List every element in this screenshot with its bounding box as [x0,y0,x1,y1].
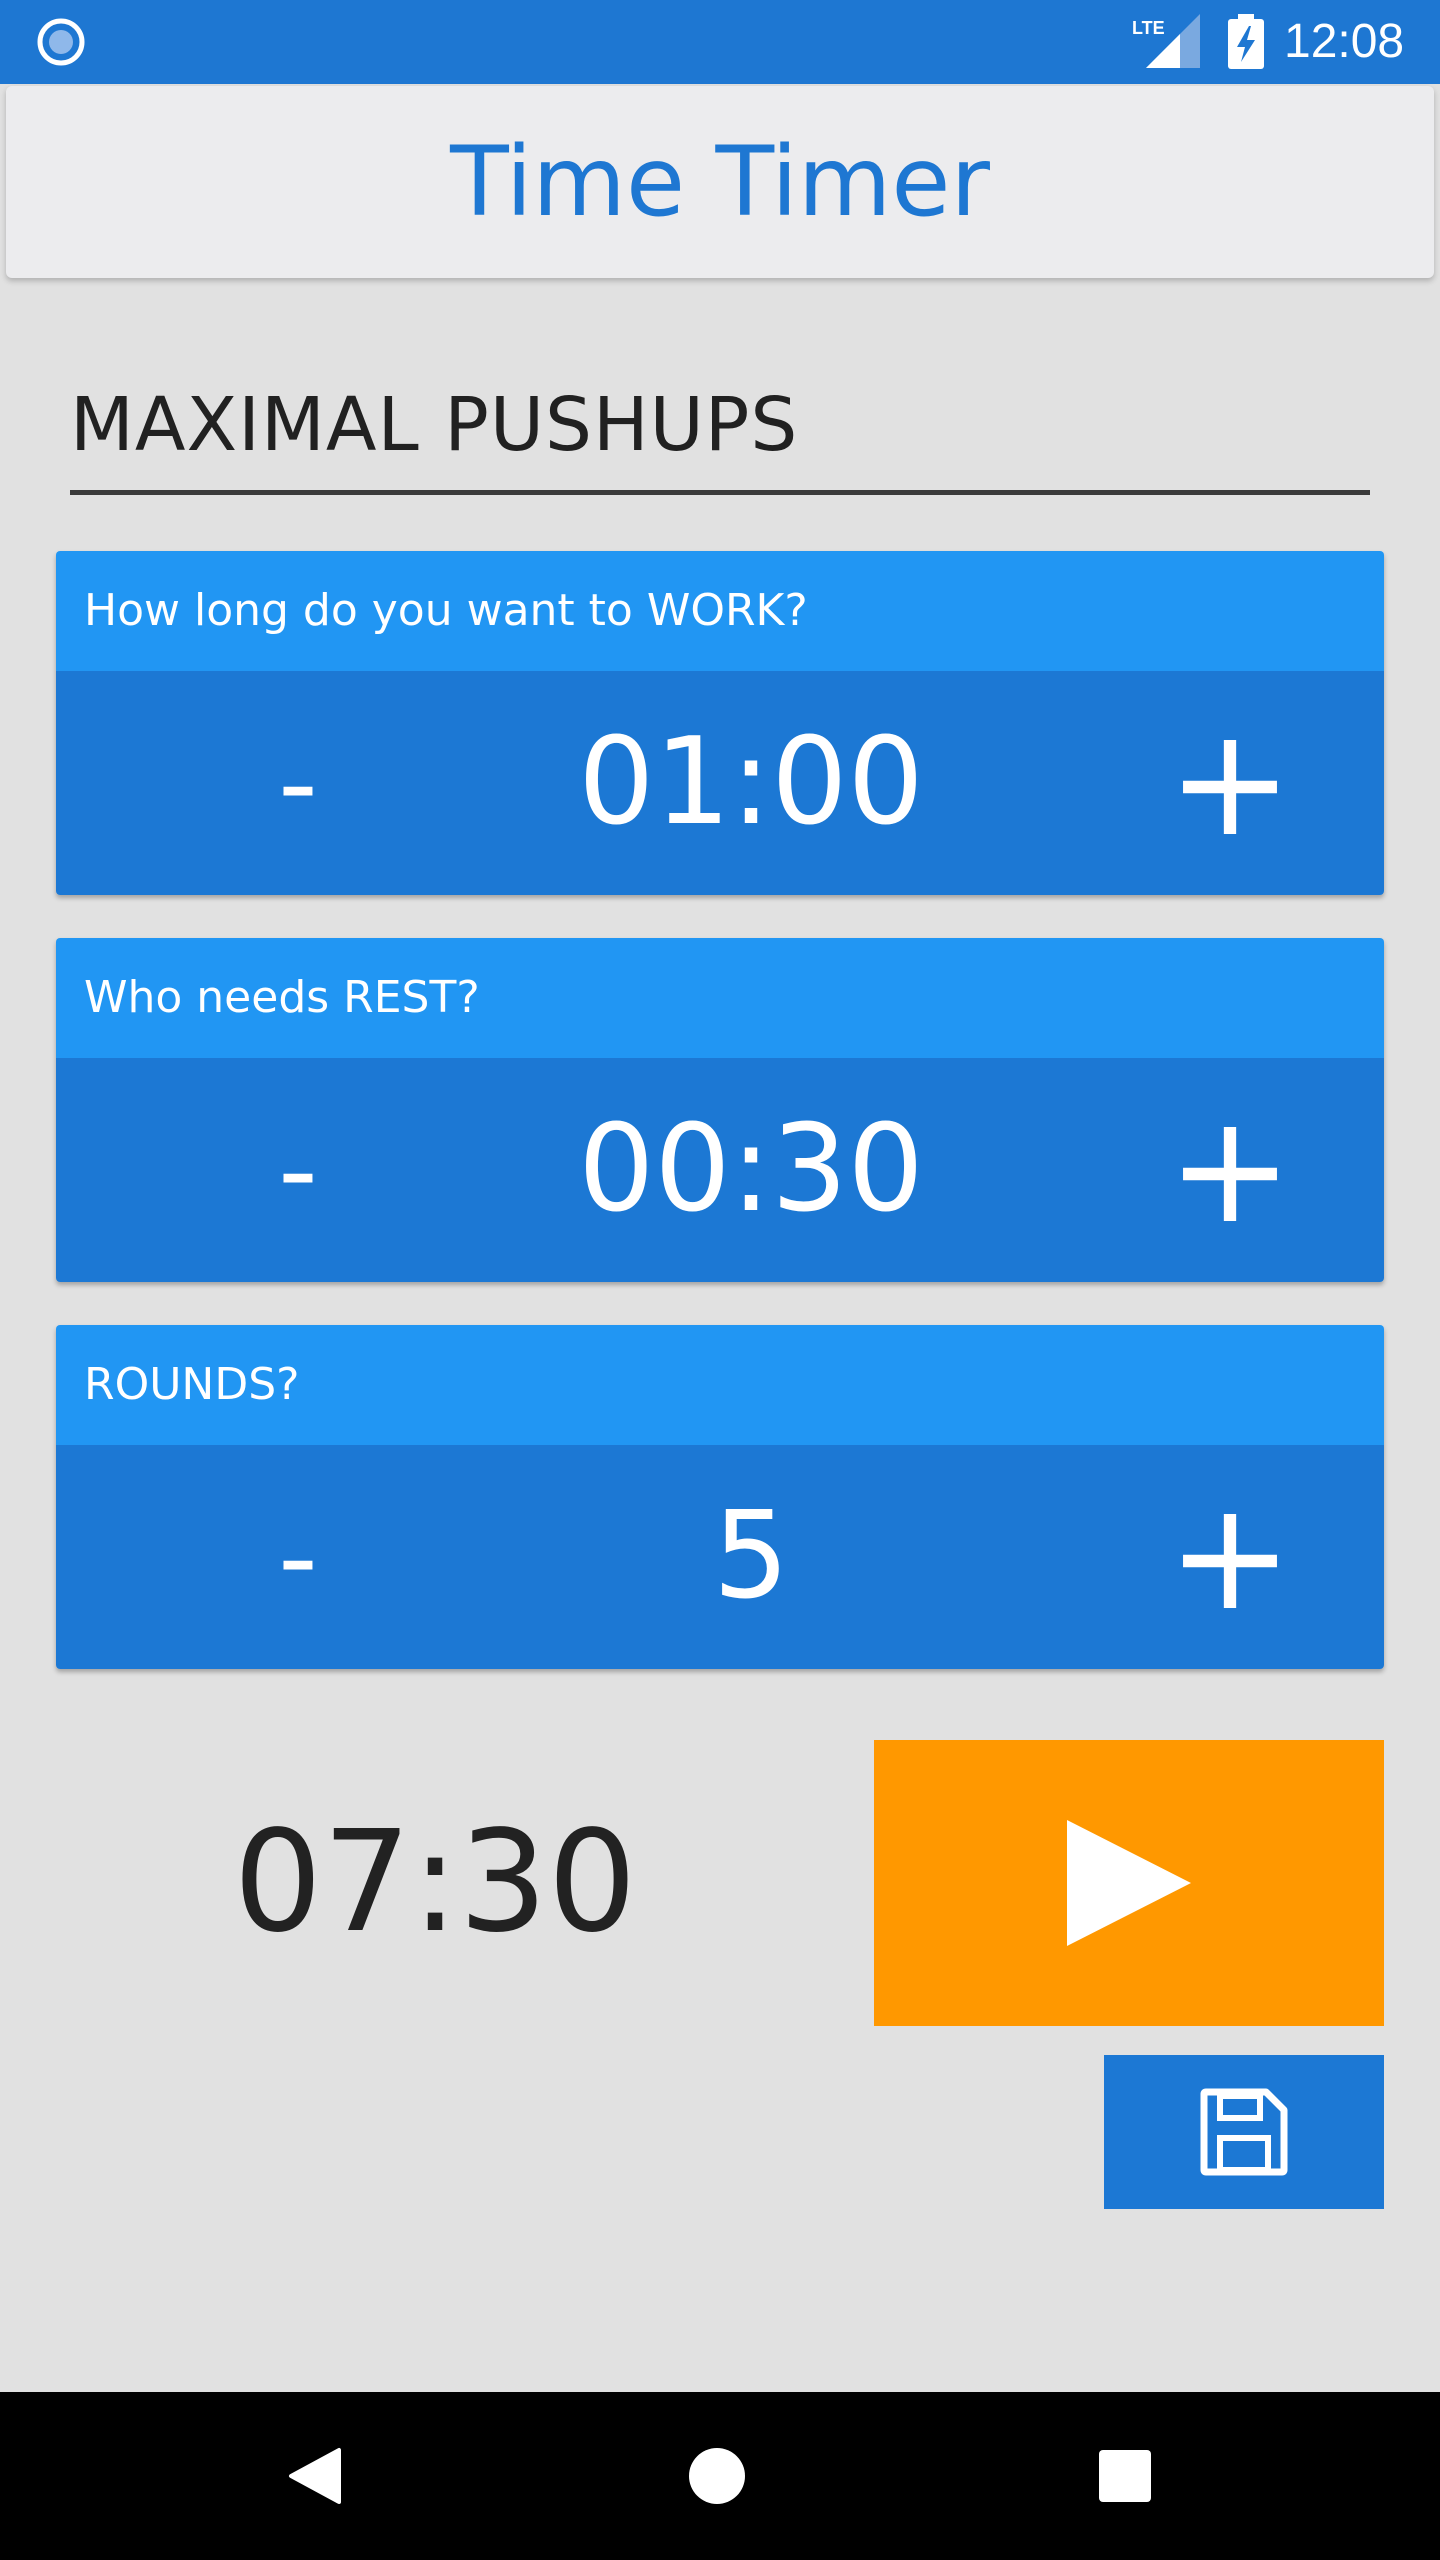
floppy-disk-icon [1200,2088,1288,2176]
app-title: Time Timer [450,126,990,238]
work-increment-button[interactable]: + [1130,671,1330,895]
rest-decrement-button[interactable]: - [198,1058,398,1282]
rest-duration-value: 00:30 [578,1100,924,1239]
status-bar: LTE 12:08 [0,0,1440,84]
notification-circle-icon [37,18,85,66]
network-label: LTE [1132,18,1165,38]
back-triangle-icon[interactable] [283,2446,343,2506]
work-duration-value: 01:00 [578,713,924,852]
app-bar: Time Timer [6,86,1434,278]
workout-name-field[interactable]: MAXIMAL PUSHUPS [70,370,1370,480]
play-icon [1067,1820,1191,1946]
workout-name-underline [70,490,1370,495]
rounds-decrement-button[interactable]: - [198,1445,398,1669]
work-card-header: How long do you want to WORK? [56,551,1384,671]
work-decrement-button[interactable]: - [198,671,398,895]
home-circle-icon[interactable] [689,2448,745,2504]
status-clock: 12:08 [1284,15,1405,68]
lte-signal-icon: LTE [1132,14,1200,68]
rest-duration-card: Who needs REST? - 00:30 + [56,938,1384,1282]
battery-charging-icon [1228,14,1264,69]
rest-card-label: Who needs REST? [84,972,480,1023]
rest-card-body: - 00:30 + [56,1058,1384,1282]
start-button[interactable] [874,1740,1384,2026]
work-card-body: - 01:00 + [56,671,1384,895]
rounds-value: 5 [712,1487,790,1626]
rounds-card-header: ROUNDS? [56,1325,1384,1445]
rest-card-header: Who needs REST? [56,938,1384,1058]
rounds-card: ROUNDS? - 5 + [56,1325,1384,1669]
rounds-increment-button[interactable]: + [1130,1445,1330,1669]
recents-square-icon[interactable] [1099,2450,1151,2502]
work-card-label: How long do you want to WORK? [84,585,808,636]
work-duration-card: How long do you want to WORK? - 01:00 + [56,551,1384,895]
navigation-bar [0,2392,1440,2560]
total-time: 07:30 [233,1801,637,1964]
rounds-card-label: ROUNDS? [84,1359,300,1410]
rest-increment-button[interactable]: + [1130,1058,1330,1282]
rounds-card-body: - 5 + [56,1445,1384,1669]
save-button[interactable] [1104,2055,1384,2209]
